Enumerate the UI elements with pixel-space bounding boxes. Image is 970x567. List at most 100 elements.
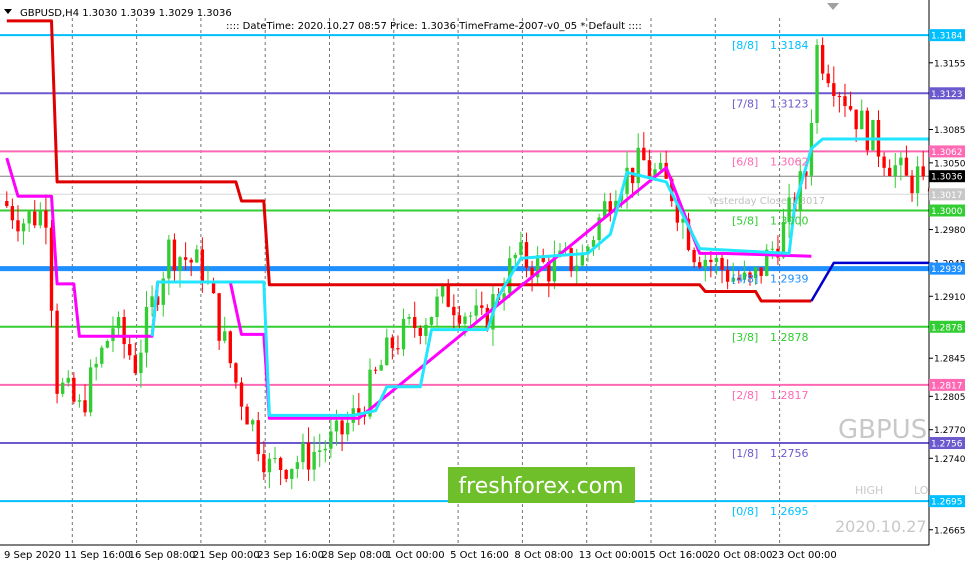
candle-body	[848, 106, 853, 110]
candle-body	[256, 420, 260, 455]
candle-body	[21, 223, 26, 232]
banner-text: freshforex.com	[458, 474, 623, 499]
murrey-level-name: [5/8]	[732, 215, 758, 228]
candle-body	[642, 147, 646, 161]
time-axis-labels: 9 Sep 2020 11 Sep 16:0016 Sep 08:0021 Sep…	[4, 550, 837, 561]
candle-body	[759, 267, 763, 276]
candle-body	[709, 259, 713, 263]
time-axis-label: 20 Oct 08:00	[707, 550, 772, 561]
price-label-text: 1.3123	[931, 90, 963, 100]
price-tick-label: 1.2805	[934, 393, 966, 403]
candle-body	[5, 200, 9, 207]
price-tick-label: 1.2910	[934, 293, 966, 303]
time-axis-label: 23 Oct 00:00	[772, 550, 837, 561]
candle-body	[899, 157, 903, 166]
candle-body	[94, 363, 98, 368]
murrey-level-value: 1.2878	[770, 331, 809, 344]
candle-body	[133, 355, 137, 374]
freshforex-banner[interactable]: freshforex.com	[448, 467, 635, 503]
candle-body	[480, 305, 484, 308]
candle-body	[435, 296, 439, 318]
candle-body	[860, 110, 864, 130]
candle-body	[921, 166, 925, 177]
price-tick-label: 1.3050	[934, 159, 966, 169]
candle-body	[820, 45, 825, 74]
candle-body	[385, 337, 389, 366]
candle-body	[692, 249, 696, 263]
candle-body	[306, 442, 311, 470]
murrey-level-value: 1.2939	[770, 273, 809, 286]
price-label-text: 1.2695	[931, 498, 963, 508]
candle-body	[72, 377, 76, 402]
candle-body	[843, 96, 847, 107]
indicator-info-line: :::: DateTime: 2020.10.27 08:57 Price: 1…	[226, 21, 642, 32]
candle-body	[122, 317, 126, 345]
candle-body	[837, 96, 842, 98]
candle-body	[452, 306, 456, 316]
candle-body	[345, 422, 350, 435]
time-axis-label: 21 Sep 00:00	[193, 550, 260, 561]
candle-body	[413, 317, 417, 329]
candle-body	[865, 110, 870, 151]
candle-body	[167, 239, 171, 279]
price-label: 1.2756	[929, 437, 965, 450]
candle-body	[88, 367, 93, 413]
candle-body	[217, 293, 221, 341]
candle-body	[468, 315, 473, 317]
candle-body	[379, 365, 383, 371]
price-label-text: 1.3062	[931, 148, 963, 158]
murrey-level-name: [0/8]	[732, 505, 758, 518]
candle-body	[223, 331, 227, 341]
candle-body	[871, 120, 875, 151]
candle-body	[636, 147, 640, 184]
candle-body	[575, 265, 579, 272]
candle-body	[284, 469, 288, 479]
candle-body	[915, 166, 920, 194]
price-label-text: 1.2939	[931, 265, 963, 275]
murrey-level-value: 1.3123	[770, 97, 809, 110]
price-label-text: 1.3184	[931, 32, 963, 42]
candle-body	[832, 83, 836, 97]
time-axis-label: 15 Oct 16:00	[643, 550, 708, 561]
murrey-level-name: [8/8]	[732, 39, 758, 52]
price-label: 1.3123	[929, 87, 965, 100]
candle-body	[245, 406, 249, 425]
candle-body	[239, 382, 244, 407]
price-label-text: 1.2878	[931, 323, 963, 333]
candle-body	[910, 175, 914, 194]
price-label: 1.3036	[929, 170, 965, 183]
time-axis-label: 5 Oct 16:00	[450, 550, 509, 561]
candle-body	[77, 400, 82, 402]
price-axis	[929, 0, 970, 567]
candle-body	[357, 408, 361, 413]
price-tick-label: 1.2845	[934, 355, 966, 365]
candle-body	[463, 316, 467, 324]
watermark-symbol: GBPUS	[838, 415, 927, 445]
candle-body	[278, 457, 283, 470]
candle-body	[720, 257, 724, 270]
price-tick-label: 1.2665	[934, 526, 966, 536]
candle-body	[144, 307, 149, 353]
candle-body	[172, 239, 177, 271]
candle-body	[893, 165, 897, 177]
candle-body	[16, 220, 20, 232]
price-chart[interactable]: [8/8] 1.3184 [7/8] 1.3123 [6/8] 1.3062 [5/8] 1.…	[0, 0, 970, 567]
murrey-level-value: 1.2756	[770, 447, 809, 460]
candle-body	[882, 156, 886, 168]
candle-body	[474, 305, 478, 316]
candle-body	[195, 249, 199, 263]
price-label: 1.3017	[929, 188, 965, 201]
candle-body	[312, 451, 316, 470]
watermark-low: LO	[914, 484, 929, 497]
candle-body	[424, 324, 428, 336]
price-tick-label: 1.2980	[934, 226, 966, 236]
time-axis-label: 1 Oct 00:00	[386, 550, 445, 561]
candle-body	[290, 468, 294, 479]
candle-body	[27, 211, 31, 224]
murrey-level-name: [7/8]	[732, 97, 758, 110]
candle-body	[580, 253, 585, 266]
candle-body	[714, 257, 719, 263]
candle-body	[446, 285, 450, 307]
time-axis-label: 16 Sep 08:00	[129, 550, 196, 561]
candle-body	[407, 317, 411, 319]
